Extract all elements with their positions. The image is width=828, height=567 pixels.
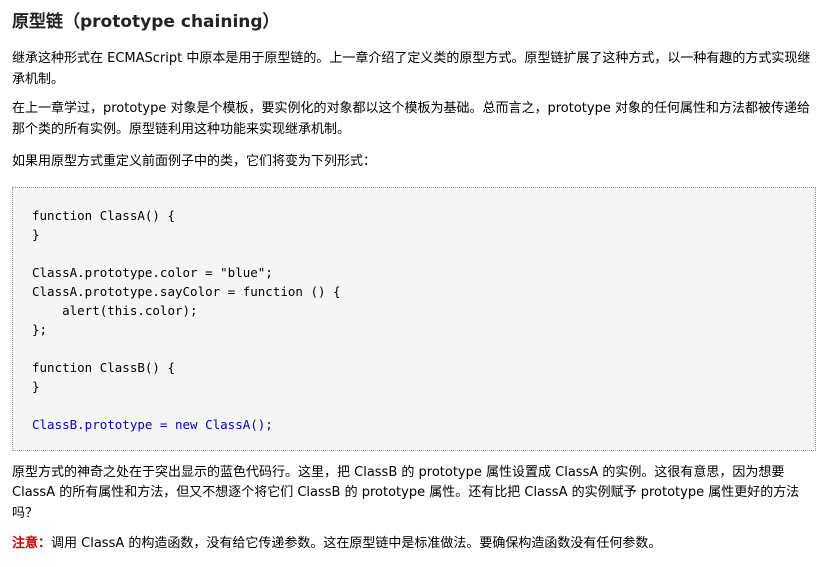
note-paragraph: 注意：调用 ClassA 的构造函数，没有给它传递参数。这在原型链中是标准做法。…: [12, 534, 816, 555]
code-block: function ClassA() { } ClassA.prototype.c…: [12, 186, 816, 451]
code-line: function ClassB() {: [32, 359, 175, 375]
code-line: }: [32, 226, 40, 242]
explain-paragraph: 在上一章学过，prototype 对象是个模板，要实例化的对象都以这个模板为基础…: [12, 101, 810, 137]
section-title: 原型链（prototype chaining）: [12, 12, 280, 32]
intro-paragraph: 继承这种形式在 ECMAScript 中原本是用于原型链的。上一章介绍了定义类的…: [12, 51, 811, 87]
note-text: 调用 ClassA 的构造函数，没有给它传递参数。这在原型链中是标准做法。要确保…: [51, 536, 662, 551]
article: 原型链（prototype chaining） 继承这种形式在 ECMAScri…: [0, 0, 828, 567]
code-line: function ClassA() {: [32, 207, 175, 223]
code-line: ClassA.prototype.color = "blue";: [32, 264, 273, 280]
note-label: 注意：: [12, 536, 52, 551]
code-line: };: [32, 321, 48, 337]
after-paragraph: 原型方式的神奇之处在于突出显示的蓝色代码行。这里，把 ClassB 的 prot…: [12, 464, 800, 521]
lead-paragraph: 如果用原型方式重定义前面例子中的类，它们将变为下列形式：: [12, 154, 377, 169]
code-line: alert(this.color);: [32, 302, 198, 318]
code-line: }: [32, 378, 40, 394]
highlighted-code-line: ClassB.prototype = new ClassA();: [32, 416, 273, 432]
code-line: ClassA.prototype.sayColor = function () …: [32, 283, 341, 299]
